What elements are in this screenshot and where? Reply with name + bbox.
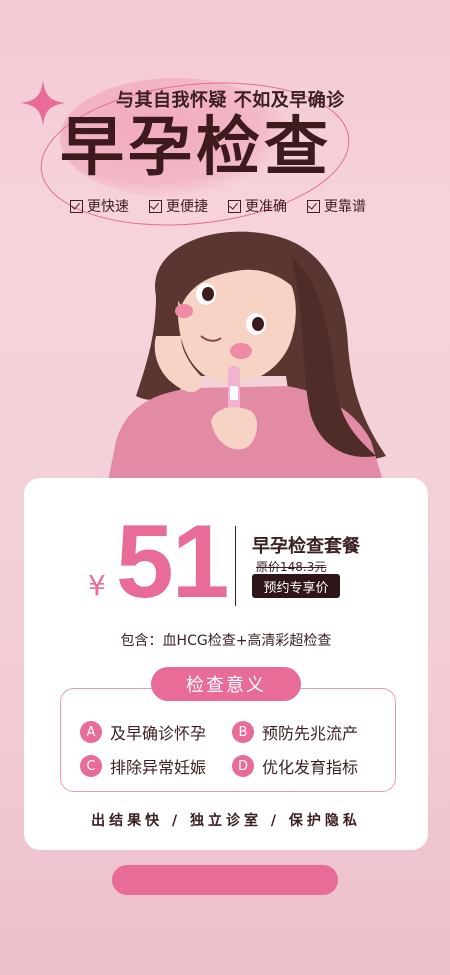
price-value: 51 (115, 504, 230, 620)
price-divider (235, 526, 236, 606)
feature-label: 更快速 (87, 199, 129, 215)
meaning-item-text: 预防先兆流产 (262, 724, 359, 743)
original-price: 原价148.3元 (256, 560, 327, 574)
benefits-line: 出结果快 / 独立诊室 / 保护隐私 (91, 813, 361, 829)
meaning-item-c: C 排除异常妊娠 (80, 754, 206, 778)
feature-label: 更靠谱 (324, 199, 366, 215)
checkbox-icon (149, 199, 162, 213)
meaning-item-d: D 优化发育指标 (232, 754, 358, 778)
bottom-action-button[interactable] (112, 865, 338, 895)
package-includes: 包含：血HCG检查+高清彩超检查 (120, 633, 332, 649)
currency-symbol: ¥ (88, 569, 106, 602)
feature-list: 更快速 更便捷 更准确 更靠谱 (70, 196, 366, 216)
feature-item: 更快速 (70, 196, 129, 216)
meaning-title: 检查意义 (151, 667, 301, 701)
feature-label: 更准确 (245, 199, 287, 215)
meaning-item-text: 及早确诊怀孕 (110, 724, 207, 743)
checkbox-icon (307, 199, 320, 213)
price-display: ¥ 51 (88, 504, 230, 620)
book-special-price-button[interactable]: 预约专享价 (252, 574, 340, 598)
checkbox-icon (228, 199, 241, 213)
meaning-item-b: B 预防先兆流产 (232, 720, 358, 744)
offer-card: ¥ 51 早孕检查套餐 原价148.3元 预约专享价 包含：血HCG检查+高清彩… (24, 478, 428, 850)
letter-badge: A (80, 721, 102, 743)
package-name: 早孕检查套餐 (252, 536, 360, 557)
letter-badge: D (232, 755, 254, 777)
hero-section: 与其自我怀疑 不如及早确诊 早孕检查 更快速 更便捷 更准确 更靠谱 (0, 0, 450, 500)
letter-badge: C (80, 755, 102, 777)
feature-label: 更便捷 (166, 199, 208, 215)
meaning-item-text: 优化发育指标 (262, 758, 359, 777)
feature-item: 更靠谱 (307, 196, 366, 216)
meaning-item-text: 排除异常妊娠 (110, 758, 207, 777)
page-title: 早孕检查 (60, 110, 332, 185)
meaning-item-a: A 及早确诊怀孕 (80, 720, 206, 744)
girl-illustration (106, 231, 386, 491)
letter-badge: B (232, 721, 254, 743)
feature-item: 更便捷 (149, 196, 208, 216)
feature-item: 更准确 (228, 196, 287, 216)
checkbox-icon (70, 199, 83, 213)
